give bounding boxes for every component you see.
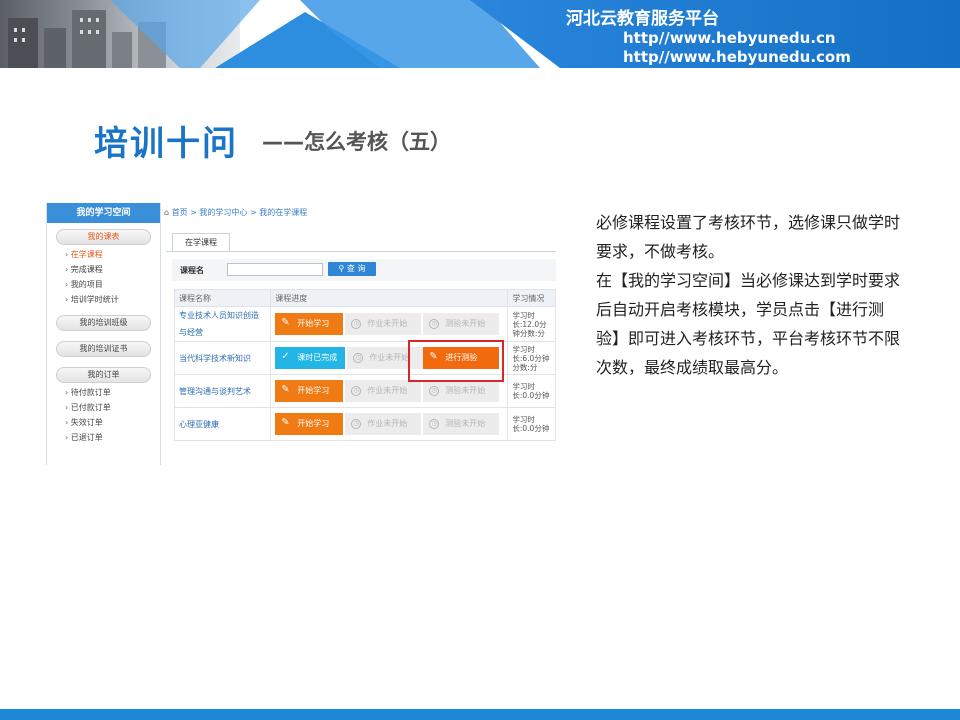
table-row: 心理亚健康 ✎ 开始学习 ◷ 作业未开始 ◷ 测验未开始 学习时长:0.0分钟 [173, 407, 556, 441]
platform-url-cn[interactable]: http//www.hebyunedu.cn [623, 29, 851, 48]
step-label: 测验未开始 [445, 386, 486, 395]
course-name-link[interactable]: 管理沟通与谈判艺术 [173, 374, 272, 408]
course-name-input[interactable] [227, 263, 323, 276]
tab-current-courses[interactable]: 在学课程 [172, 233, 230, 252]
course-name-link[interactable]: 当代科学技术新知识 [173, 341, 272, 375]
search-icon: ⚲ [338, 264, 345, 273]
test-step: ◷ 测验未开始 [423, 413, 500, 435]
homework-step: ◷ 作业未开始 [345, 413, 422, 435]
platform-name: 河北云教育服务平台 [566, 9, 719, 29]
description: 必修课程设置了考核环节，选修课只做学时要求，不做考核。 在【我的学习空间】当必修… [596, 208, 902, 382]
clock-icon: ◷ [429, 319, 440, 329]
sidebar-item-hours-stats[interactable]: 培训学时统计 [65, 294, 160, 305]
sidebar-item-current-courses[interactable]: 在学课程 [65, 249, 160, 260]
start-study-button[interactable]: ✎ 开始学习 [275, 313, 344, 335]
course-name-link[interactable]: 专业技术人员知识创造与经营 [173, 306, 272, 342]
home-icon[interactable]: ⌂ [164, 208, 169, 217]
pencil-icon: ✎ [281, 384, 290, 395]
sidebar-item-refunded-orders[interactable]: 已退订单 [65, 432, 160, 443]
step-label: 作业未开始 [367, 419, 408, 428]
sidebar-item-my-projects[interactable]: 我的项目 [65, 279, 160, 290]
header-course-progress: 课程进度 [270, 289, 509, 307]
step-label: 开始学习 [297, 386, 330, 395]
search-button[interactable]: ⚲ 查 询 [328, 262, 376, 276]
sidebar: 我的学习空间 我的课表 在学课程 完成课程 我的项目 培训学时统计 我的培训班级… [46, 203, 161, 465]
study-info: 学习时长:6.0分钟分数:分 [507, 341, 556, 375]
breadcrumb: ⌂ 首页 > 我的学习中心 > 我的在学课程 [164, 208, 308, 217]
test-step: ◷ 测验未开始 [423, 313, 500, 335]
start-study-button[interactable]: ✎ 开始学习 [275, 413, 344, 435]
header-banner: 河北云教育服务平台 http//www.hebyunedu.cn http//w… [0, 0, 960, 68]
study-info: 学习时长:0.0分钟 [507, 407, 556, 441]
tab-divider [166, 251, 556, 252]
start-study-button[interactable]: ✎ 开始学习 [275, 380, 344, 402]
description-paragraph: 在【我的学习空间】当必修课达到学时要求后自动开启考核模块，学员点击【进行测验】即… [596, 271, 901, 377]
clock-icon: ◷ [351, 386, 362, 396]
search-bar: 课程名 ⚲ 查 询 [172, 259, 556, 281]
footer-bar [0, 709, 960, 720]
homework-step: ◷ 作业未开始 [345, 380, 422, 402]
search-button-label: 查 询 [346, 264, 366, 273]
course-page-screenshot: 我的学习空间 我的课表 在学课程 完成课程 我的项目 培训学时统计 我的培训班级… [46, 203, 558, 465]
sidebar-group-my-classes[interactable]: 我的培训班级 [56, 315, 151, 331]
breadcrumb-home[interactable]: 首页 [172, 208, 188, 217]
sidebar-group-my-orders[interactable]: 我的订单 [56, 367, 151, 383]
step-label: 作业未开始 [369, 353, 410, 362]
banner-text: 河北云教育服务平台 http//www.hebyunedu.cn http//w… [566, 4, 851, 67]
study-info: 学习时长:12.0分钟分数:分 [507, 306, 556, 342]
step-label: 作业未开始 [367, 319, 408, 328]
slide-subtitle: ——怎么考核（五） [262, 130, 451, 154]
sidebar-item-paid-orders[interactable]: 已付款订单 [65, 402, 160, 413]
step-label: 测验未开始 [445, 419, 486, 428]
check-icon: ✓ [281, 351, 290, 362]
clock-icon: ◷ [429, 419, 440, 429]
breadcrumb-learning-center[interactable]: 我的学习中心 [199, 208, 247, 217]
step-label: 课时已完成 [297, 353, 338, 362]
clock-icon: ◷ [429, 386, 440, 396]
description-paragraph: 必修课程设置了考核环节，选修课只做学时要求，不做考核。 [596, 213, 901, 261]
course-progress: ✎ 开始学习 ◷ 作业未开始 ◷ 测验未开始 [270, 407, 509, 441]
table-header-row: 课程名称 课程进度 学习情况 [173, 289, 556, 307]
platform-url-com[interactable]: http//www.hebyunedu.com [623, 48, 851, 67]
study-info: 学习时长:0.0分钟 [507, 374, 556, 408]
sidebar-group-my-certificates[interactable]: 我的培训证书 [56, 341, 151, 357]
course-progress: ✎ 开始学习 ◷ 作业未开始 ◷ 测验未开始 [270, 306, 509, 342]
step-label: 作业未开始 [367, 386, 408, 395]
step-label: 测验未开始 [445, 319, 486, 328]
step-label: 开始学习 [297, 419, 330, 428]
highlight-box [408, 340, 504, 382]
step-label: 开始学习 [297, 319, 330, 328]
course-name-link[interactable]: 心理亚健康 [173, 407, 272, 441]
header-course-name: 课程名称 [173, 289, 272, 307]
sidebar-item-pending-orders[interactable]: 待付款订单 [65, 387, 160, 398]
sidebar-item-completed-courses[interactable]: 完成课程 [65, 264, 160, 275]
header-study-status: 学习情况 [507, 289, 556, 307]
table-row: 专业技术人员知识创造与经营 ✎ 开始学习 ◷ 作业未开始 ◷ 测验未开始 学习时长:1… [173, 306, 556, 342]
breadcrumb-current[interactable]: 我的在学课程 [259, 208, 307, 217]
slide-title: 培训十问 [94, 124, 238, 164]
pencil-icon: ✎ [281, 417, 290, 428]
sidebar-item-expired-orders[interactable]: 失效订单 [65, 417, 160, 428]
test-step: ◷ 测验未开始 [423, 380, 500, 402]
homework-step: ◷ 作业未开始 [345, 313, 422, 335]
sidebar-group-my-schedule[interactable]: 我的课表 [56, 229, 151, 245]
lessons-completed-step: ✓ 课时已完成 [275, 347, 346, 369]
clock-icon: ◷ [351, 419, 362, 429]
pencil-icon: ✎ [281, 317, 290, 328]
search-label: 课程名 [180, 266, 204, 275]
clock-icon: ◷ [351, 319, 362, 329]
sidebar-heading: 我的学习空间 [47, 203, 160, 223]
clock-icon: ◷ [353, 353, 364, 363]
